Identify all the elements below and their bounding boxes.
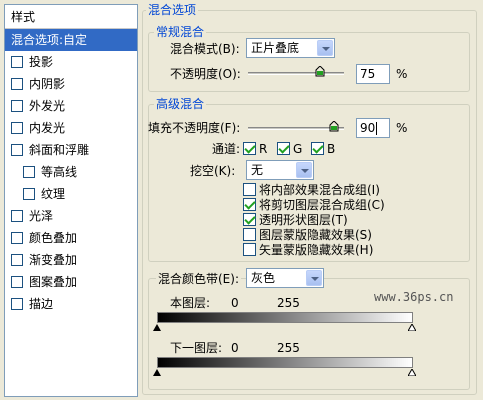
sidebar-item-label: 混合选项:自定 <box>11 33 88 47</box>
this-layer-black-slider[interactable] <box>153 324 161 331</box>
this-layer-max: 255 <box>277 296 300 310</box>
blend-options-title: 混合选项 <box>146 3 199 17</box>
sidebar-item-checkbox[interactable] <box>11 122 23 134</box>
sidebar-item-label: 光泽 <box>29 209 54 223</box>
styles-list-items: 混合选项:自定投影内阴影外发光内发光斜面和浮雕等高线纹理光泽颜色叠加渐变叠加图案… <box>5 29 137 315</box>
underlying-layer-white-slider[interactable] <box>408 369 416 376</box>
sidebar-item-label: 图案叠加 <box>29 275 78 289</box>
sidebar-item[interactable]: 颜色叠加 <box>5 227 137 249</box>
sidebar-item-checkbox[interactable] <box>23 188 35 200</box>
fill-opacity-input[interactable]: 90 <box>356 118 390 138</box>
text-cursor <box>376 122 378 135</box>
underlying-layer-min: 0 <box>231 341 239 355</box>
underlying-layer-black-slider[interactable] <box>153 369 161 376</box>
transparency-shapes-layer-checkbox[interactable] <box>243 213 256 226</box>
vector-mask-hides-effects-checkbox[interactable] <box>243 243 256 256</box>
blend-mode-label: 混合模式(B): <box>170 42 240 56</box>
channel-r-label: R <box>259 142 268 156</box>
sidebar-item-label: 内阴影 <box>29 77 66 91</box>
sidebar-item[interactable]: 投影 <box>5 51 137 73</box>
channel-b-checkbox[interactable] <box>311 142 324 155</box>
this-layer-min: 0 <box>231 296 239 310</box>
channels-label: 通道: <box>212 142 241 156</box>
blend-interior-effects-checkbox[interactable] <box>243 183 256 196</box>
this-layer-gradient-bar <box>157 312 413 323</box>
blend-interior-effects-label: 将内部效果混合成组(I) <box>259 183 380 197</box>
sidebar-item-checkbox[interactable] <box>23 166 35 178</box>
chevron-down-icon <box>306 270 322 286</box>
blend-clipped-layers-label: 将剪切图层混合成组(C) <box>259 198 385 212</box>
sidebar-item-label: 斜面和浮雕 <box>29 143 90 157</box>
sidebar-item-checkbox[interactable] <box>11 56 23 68</box>
blend-mode-value: 正片叠底 <box>251 41 300 55</box>
sidebar-item[interactable]: 纹理 <box>5 183 137 205</box>
underlying-layer-gradient-bar <box>157 357 413 368</box>
sidebar-item-label: 投影 <box>29 55 54 69</box>
chevron-down-icon <box>296 162 312 178</box>
sidebar-item-checkbox[interactable] <box>11 144 23 156</box>
sidebar-item[interactable]: 图案叠加 <box>5 271 137 293</box>
sidebar-item-label: 纹理 <box>41 187 66 201</box>
sidebar-item[interactable]: 渐变叠加 <box>5 249 137 271</box>
opacity-slider-track[interactable] <box>248 72 344 75</box>
sidebar-item[interactable]: 混合选项:自定 <box>5 29 137 51</box>
blend-if-label: 混合颜色带(E): <box>156 271 241 287</box>
sidebar-item-checkbox[interactable] <box>11 210 23 222</box>
sidebar-item-label: 内发光 <box>29 121 66 135</box>
knockout-dropdown[interactable]: 无 <box>246 160 314 180</box>
sidebar-item[interactable]: 描边 <box>5 293 137 315</box>
sidebar-item-label: 颜色叠加 <box>29 231 78 245</box>
sidebar-item-label: 等高线 <box>41 165 78 179</box>
blend-if-dropdown[interactable]: 灰色 <box>246 268 324 288</box>
blend-clipped-layers-checkbox[interactable] <box>243 198 256 211</box>
sidebar-item[interactable]: 内发光 <box>5 117 137 139</box>
watermark-text: www.36ps.cn <box>374 290 454 304</box>
channel-g-checkbox[interactable] <box>277 142 290 155</box>
sidebar-item[interactable]: 外发光 <box>5 95 137 117</box>
styles-list: 样式 混合选项:自定投影内阴影外发光内发光斜面和浮雕等高线纹理光泽颜色叠加渐变叠… <box>4 4 138 397</box>
sidebar-item-checkbox[interactable] <box>11 254 23 266</box>
styles-list-title: 样式 <box>5 5 137 29</box>
fill-opacity-unit: % <box>396 121 408 135</box>
knockout-value: 无 <box>251 163 264 177</box>
vector-mask-hides-effects-label: 矢量蒙版隐藏效果(H) <box>259 243 374 257</box>
opacity-label: 不透明度(O): <box>170 67 241 81</box>
sidebar-item[interactable]: 等高线 <box>5 161 137 183</box>
opacity-slider-thumb[interactable] <box>315 66 325 77</box>
fill-opacity-value: 90 <box>360 121 376 135</box>
sidebar-item-label: 描边 <box>29 297 54 311</box>
sidebar-item-checkbox[interactable] <box>11 276 23 288</box>
sidebar-item[interactable]: 内阴影 <box>5 73 137 95</box>
sidebar-item[interactable]: 斜面和浮雕 <box>5 139 137 161</box>
fill-opacity-label: 填充不透明度(F): <box>148 121 241 135</box>
sidebar-item-checkbox[interactable] <box>11 78 23 90</box>
blend-mode-dropdown[interactable]: 正片叠底 <box>246 38 335 58</box>
opacity-unit: % <box>396 67 408 81</box>
advanced-blending-title: 高级混合 <box>154 97 207 111</box>
underlying-layer-max: 255 <box>277 341 300 355</box>
sidebar-item-checkbox[interactable] <box>11 232 23 244</box>
fill-opacity-slider-thumb[interactable] <box>329 121 339 132</box>
underlying-layer-label: 下一图层: <box>170 341 223 355</box>
channel-g-label: G <box>293 142 303 156</box>
this-layer-label: 本图层: <box>170 296 211 310</box>
opacity-input[interactable]: 75 <box>356 64 390 84</box>
transparency-shapes-layer-label: 透明形状图层(T) <box>259 213 348 227</box>
this-layer-white-slider[interactable] <box>408 324 416 331</box>
chevron-down-icon <box>317 40 333 56</box>
sidebar-item-label: 渐变叠加 <box>29 253 78 267</box>
blend-if-value: 灰色 <box>251 271 276 285</box>
layer-mask-hides-effects-checkbox[interactable] <box>243 228 256 241</box>
knockout-label: 挖空(K): <box>190 164 236 178</box>
sidebar-item-checkbox[interactable] <box>11 298 23 310</box>
sidebar-item[interactable]: 光泽 <box>5 205 137 227</box>
sidebar-item-checkbox[interactable] <box>11 100 23 112</box>
sidebar-item-label: 外发光 <box>29 99 66 113</box>
layer-mask-hides-effects-label: 图层蒙版隐藏效果(S) <box>259 228 372 242</box>
channel-b-label: B <box>327 142 336 156</box>
channel-r-checkbox[interactable] <box>243 142 256 155</box>
general-blending-title: 常规混合 <box>154 25 207 39</box>
